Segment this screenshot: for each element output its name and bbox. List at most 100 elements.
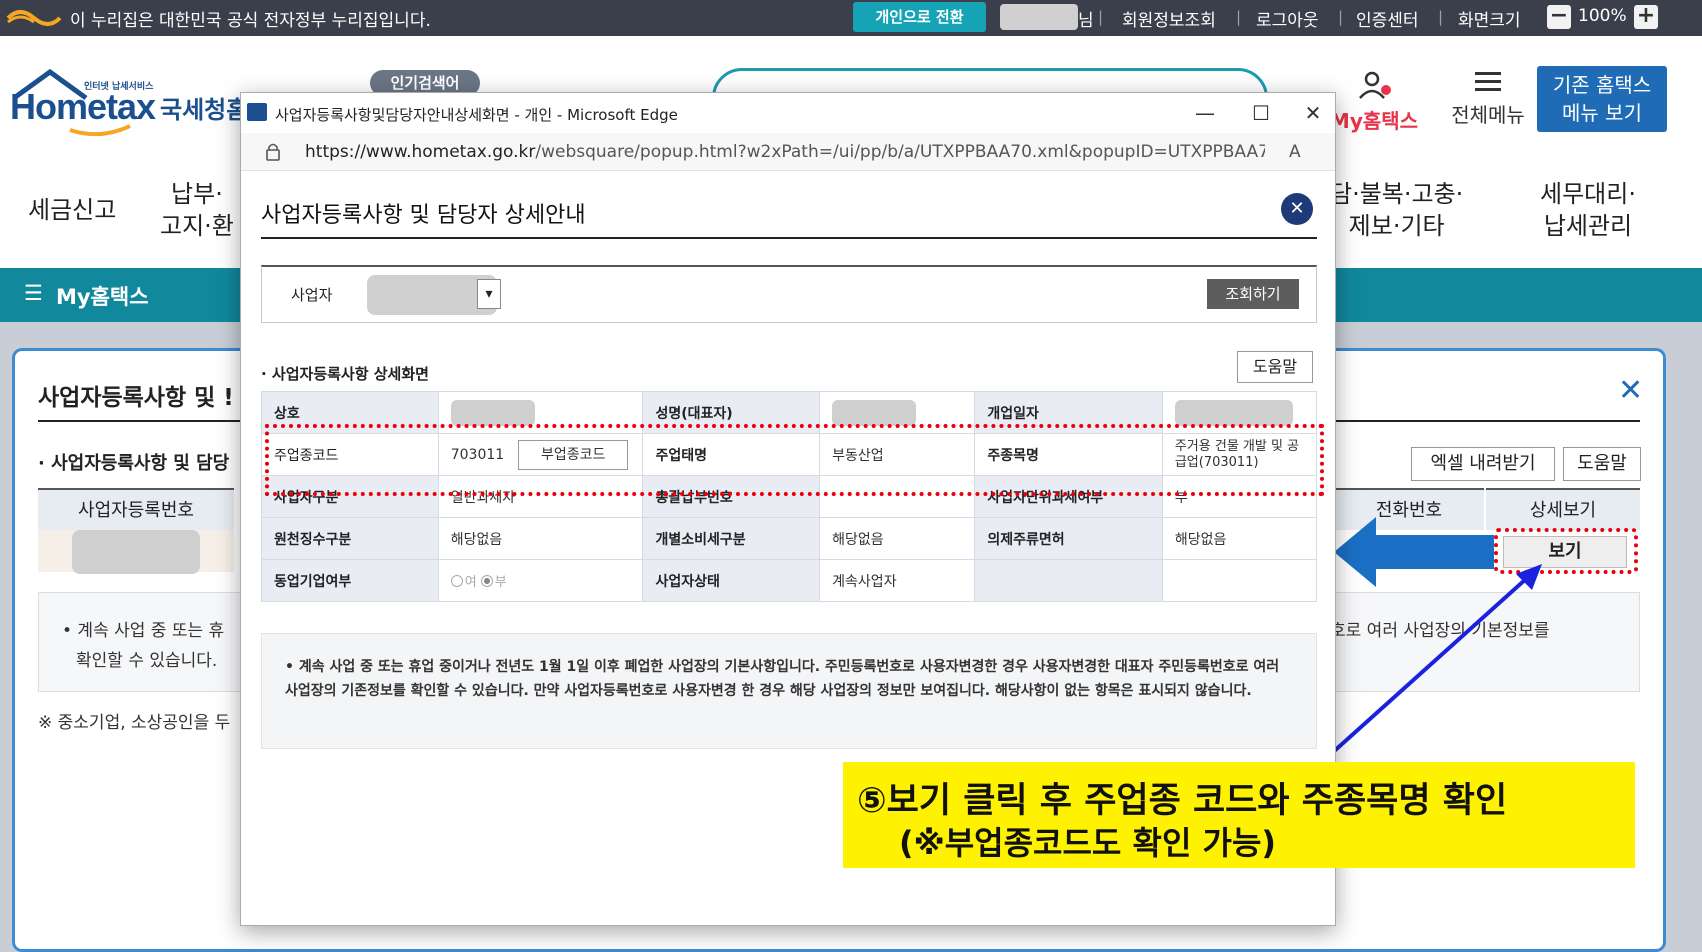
my-hometax-bar-label[interactable]: My홈택스 bbox=[56, 281, 149, 311]
all-menu-label: 전체메뉴 bbox=[1451, 103, 1525, 127]
code-highlight-box bbox=[265, 424, 1324, 496]
window-titlebar[interactable]: 사업자등록사항및담당자안내상세화면 - 개인 - Microsoft Edge … bbox=[241, 93, 1335, 133]
my-hometax-label: My홈택스 bbox=[1329, 109, 1419, 133]
window-close-button[interactable]: ✕ bbox=[1293, 97, 1333, 129]
legacy-line2: 메뉴 보기 bbox=[1562, 101, 1642, 125]
cert-center-link[interactable]: 인증센터 bbox=[1356, 6, 1419, 31]
notice-left-line2: 확인할 수 있습니다. bbox=[76, 651, 218, 671]
gov-banner: 이 누리집은 대한민국 공식 전자정부 누리집입니다. 개인으로 전환 님 | … bbox=[0, 0, 1702, 36]
nav-payment-l2: 고지·환 bbox=[160, 212, 234, 240]
gov-logo-icon bbox=[6, 10, 62, 26]
zoom-out-button[interactable]: − bbox=[1547, 5, 1571, 29]
hamburger-icon bbox=[1475, 72, 1501, 91]
blue-pointer-arrow-icon bbox=[1320, 564, 1542, 764]
maximize-button[interactable]: ☐ bbox=[1241, 97, 1281, 129]
background-close-icon[interactable]: ✕ bbox=[1618, 373, 1643, 408]
nav-appeal-l1: 담·불복·고충· bbox=[1330, 180, 1464, 208]
gov-banner-text: 이 누리집은 대한민국 공식 전자정부 누리집입니다. bbox=[70, 11, 431, 31]
legacy-line1: 기존 홈택스 bbox=[1552, 73, 1652, 97]
member-info-link[interactable]: 회원정보조회 bbox=[1122, 6, 1216, 31]
url-text[interactable]: https://www.hometax.go.kr/websquare/popu… bbox=[305, 142, 1265, 162]
masked-value bbox=[450, 399, 535, 426]
liquor-license-value: 해당없음 bbox=[1161, 517, 1318, 560]
excise-value: 해당없음 bbox=[819, 517, 976, 560]
background-subtitle: · 사업자등록사항 및 담당 bbox=[38, 453, 230, 474]
nav-agent-l1: 세무대리· bbox=[1540, 180, 1636, 208]
background-notice-left: • 계속 사업 중 또는 휴 확인할 수 있습니다. bbox=[62, 616, 224, 676]
logout-link[interactable]: 로그아웃 bbox=[1256, 6, 1319, 31]
empty-value bbox=[1161, 559, 1318, 602]
nav-appeal[interactable]: 담·불복·고충· 제보·기타 bbox=[1330, 178, 1463, 242]
url-host: https://www.hometax.go.kr bbox=[305, 142, 536, 162]
detail-section-title-text: 사업자등록사항 상세화면 bbox=[271, 365, 429, 383]
divider: | bbox=[1338, 8, 1344, 26]
address-bar[interactable]: https://www.hometax.go.kr/websquare/popu… bbox=[241, 133, 1335, 171]
legacy-menu-button[interactable]: 기존 홈택스 메뉴 보기 bbox=[1537, 66, 1667, 132]
radio-yes[interactable] bbox=[450, 574, 463, 587]
user-name-masked bbox=[1000, 4, 1078, 30]
excise-label: 개별소비세구분 bbox=[642, 517, 821, 560]
biz-status-label: 사업자상태 bbox=[642, 559, 821, 602]
callout-line2: (※부업종코드도 확인 가능) bbox=[899, 824, 1277, 862]
background-subtitle-text: 사업자등록사항 및 담당 bbox=[51, 453, 230, 474]
logo-text[interactable]: Hometax bbox=[10, 86, 156, 128]
scrollbar[interactable] bbox=[1666, 348, 1702, 952]
switch-to-individual-button[interactable]: 개인으로 전환 bbox=[853, 2, 986, 32]
screen-size-label: 화면크기 bbox=[1458, 11, 1521, 31]
zoom-level: 100% bbox=[1578, 6, 1627, 26]
nav-payment-l1: 납부· bbox=[171, 180, 223, 208]
divider bbox=[261, 237, 1317, 239]
user-suffix: 님 bbox=[1078, 11, 1094, 31]
radio-no-label: 부 bbox=[494, 575, 507, 590]
background-page-title: 사업자등록사항 및 ! bbox=[38, 385, 234, 411]
popup-help-button[interactable]: 도움말 bbox=[1237, 351, 1313, 383]
divider: | bbox=[1236, 8, 1242, 26]
window-title: 사업자등록사항및담당자안내상세화면 - 개인 - Microsoft Edge bbox=[275, 106, 678, 124]
popup-close-icon[interactable]: ✕ bbox=[1281, 193, 1313, 225]
empty-label bbox=[974, 559, 1163, 602]
notice-left-line1: • 계속 사업 중 또는 휴 bbox=[62, 621, 225, 641]
masked-value bbox=[1174, 399, 1293, 426]
table-row: 원천징수구분 해당없음 개별소비세구분 해당없음 의제주류면허 해당없음 bbox=[261, 517, 1318, 560]
instruction-callout: ⑤보기 클릭 후 주업종 코드와 주종목명 확인 (※부업종코드도 확인 가능) bbox=[843, 762, 1635, 868]
masked-value bbox=[832, 399, 917, 426]
detail-section-title: · 사업자등록사항 상세화면 bbox=[261, 365, 429, 383]
nav-tax-filing[interactable]: 세금신고 bbox=[28, 194, 116, 226]
logo-korean: 국세청홈 bbox=[160, 96, 249, 124]
my-hometax-button[interactable]: My홈택스 bbox=[1324, 70, 1424, 134]
background-footnote: ※ 중소기업, 소상공인을 두 bbox=[38, 713, 231, 733]
background-help-button[interactable]: 도움말 bbox=[1563, 447, 1641, 481]
nav-tax-agent[interactable]: 세무대리· 납세관리 bbox=[1540, 178, 1636, 242]
radio-no[interactable] bbox=[480, 574, 493, 587]
liquor-license-label: 의제주류면허 bbox=[974, 517, 1163, 560]
callout-line1: ⑤보기 클릭 후 주업종 코드와 주종목명 확인 bbox=[857, 781, 1508, 821]
registration-detail-table: 상호 성명(대표자) 개업일자 주업종코드 703011 부업종코드 주업태명 부… bbox=[261, 391, 1318, 602]
popup-notice-text: • 계속 사업 중 또는 휴업 중이거나 전년도 1월 1일 이후 폐업한 사업… bbox=[285, 659, 1280, 699]
chevron-down-icon[interactable]: ▾ bbox=[477, 279, 501, 309]
divider: | bbox=[1438, 8, 1444, 26]
query-button[interactable]: 조회하기 bbox=[1207, 279, 1299, 309]
hometax-window-icon bbox=[247, 103, 267, 121]
lock-icon bbox=[265, 142, 281, 167]
nav-appeal-l2: 제보·기타 bbox=[1348, 212, 1445, 240]
menu-icon[interactable]: ☰ bbox=[24, 281, 43, 305]
read-aloud-icon[interactable]: A bbox=[1289, 142, 1301, 162]
divider: | bbox=[1098, 8, 1104, 26]
withholding-label: 원천징수구분 bbox=[261, 517, 439, 560]
biz-status-value: 계속사업자 bbox=[819, 559, 976, 602]
excel-download-button[interactable]: 엑셀 내려받기 bbox=[1411, 447, 1555, 481]
withholding-value: 해당없음 bbox=[437, 517, 644, 560]
table-row: 동업기업여부 여부 사업자상태 계속사업자 bbox=[261, 559, 1318, 602]
url-path: /websquare/popup.html?w2xPath=/ui/pp/b/a… bbox=[535, 142, 1265, 162]
joint-business-value: 여부 bbox=[437, 559, 644, 602]
all-menu-button[interactable]: 전체메뉴 bbox=[1438, 70, 1538, 128]
radio-yes-label: 여 bbox=[464, 575, 477, 590]
minimize-button[interactable]: — bbox=[1185, 97, 1225, 129]
col-detail: 상세보기 bbox=[1486, 488, 1640, 530]
zoom-in-button[interactable]: + bbox=[1634, 5, 1658, 29]
nav-payment[interactable]: 납부· 고지·환 bbox=[160, 178, 234, 242]
business-label: 사업자 bbox=[291, 286, 333, 304]
col-biz-number: 사업자등록번호 bbox=[38, 488, 234, 530]
popup-title: 사업자등록사항 및 담당자 상세안내 bbox=[261, 203, 586, 228]
joint-business-label: 동업기업여부 bbox=[261, 559, 439, 602]
